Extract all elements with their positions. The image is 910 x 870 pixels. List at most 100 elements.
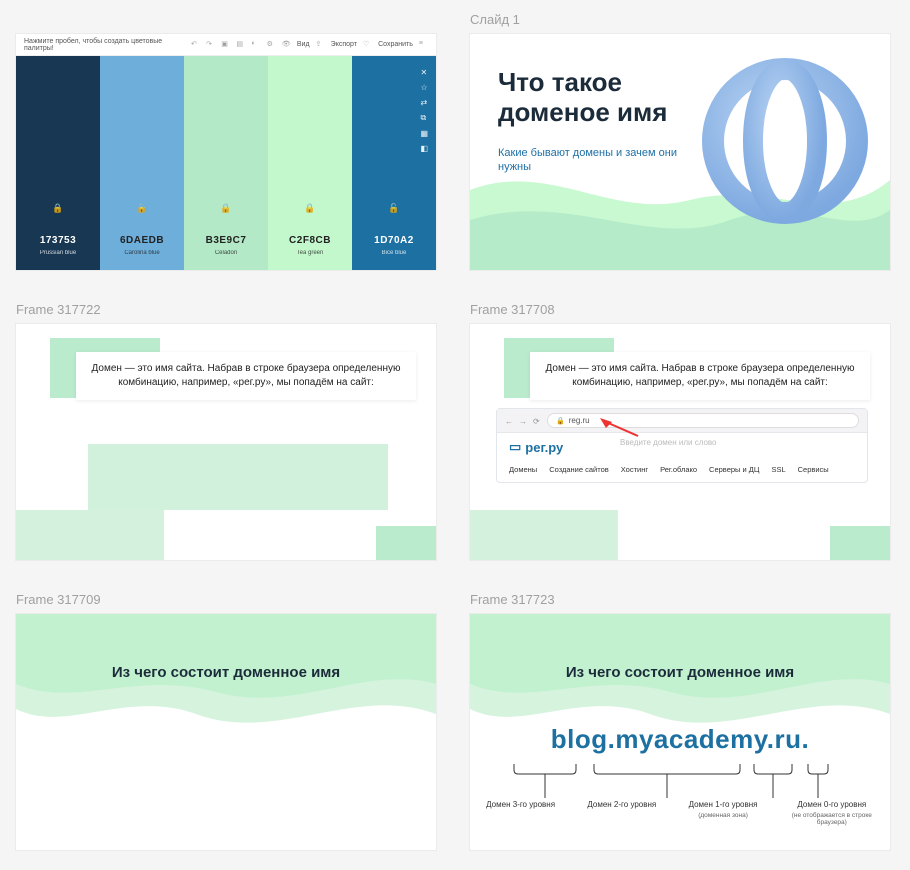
domain-part-3: Домен 3-го уровня bbox=[486, 800, 555, 827]
url-bar[interactable]: 🔒 reg.ru bbox=[547, 413, 859, 428]
frame-label: Frame 317708 bbox=[470, 302, 894, 318]
nav-item[interactable]: Серверы и ДЦ bbox=[709, 465, 759, 474]
contrast-icon[interactable]: ◐ bbox=[251, 40, 260, 50]
slide-definition-empty[interactable]: Домен — это имя сайта. Набрав в строке б… bbox=[16, 324, 436, 560]
palette-col-3[interactable]: 🔒 C2F8CB Tea green bbox=[268, 56, 352, 270]
frame-label: Слайд 1 bbox=[470, 12, 894, 28]
nav-item[interactable]: Создание сайтов bbox=[549, 465, 609, 474]
hex-code[interactable]: B3E9C7 bbox=[206, 235, 247, 246]
frame-label: Frame 317722 bbox=[16, 302, 440, 318]
frame-cell-317708: Frame 317708 Домен — это имя сайта. Набр… bbox=[470, 302, 894, 560]
star-icon[interactable]: ☆ bbox=[420, 83, 428, 92]
lock-icon[interactable]: 🔒 bbox=[136, 203, 147, 214]
color-name: Carolina blue bbox=[124, 250, 159, 256]
lock-icon[interactable]: 🔒 bbox=[220, 203, 231, 214]
nav-item[interactable]: Домены bbox=[509, 465, 537, 474]
hex-code[interactable]: 173753 bbox=[40, 235, 76, 246]
hex-code[interactable]: 6DAEDB bbox=[120, 235, 164, 246]
folder-icon: ▭ bbox=[509, 439, 521, 455]
toolbar-view[interactable]: Вид bbox=[297, 41, 310, 48]
slide-palette[interactable]: Нажмите пробел, чтобы создать цветовые п… bbox=[16, 34, 436, 270]
hex-code[interactable]: 1D70A2 bbox=[374, 235, 414, 246]
palette-col-2[interactable]: 🔒 B3E9C7 Celadon bbox=[184, 56, 268, 270]
lock-closed-icon: 🔒 bbox=[556, 417, 565, 425]
slide-definition-browser[interactable]: Домен — это имя сайта. Набрав в строке б… bbox=[470, 324, 890, 560]
globe-icon bbox=[700, 56, 870, 226]
structure-heading: Из чего состоит доменное имя bbox=[470, 664, 890, 681]
url-text: reg.ru bbox=[569, 416, 590, 425]
decor-bar-right bbox=[376, 526, 436, 560]
title-line2: доменое имя bbox=[498, 97, 667, 127]
frame-label: Frame 317723 bbox=[470, 592, 894, 608]
export-icon[interactable]: ⇪ bbox=[316, 40, 325, 50]
structure-heading: Из чего состоит доменное имя bbox=[16, 664, 436, 681]
grid-icon[interactable]: ▦ bbox=[420, 129, 428, 138]
menu-icon[interactable]: ≡ bbox=[419, 40, 428, 50]
slide-title[interactable]: Что такое доменое имя Какие бывают домен… bbox=[470, 34, 890, 270]
palette-col-4[interactable]: ✕ ☆ ⇄ ⧉ ▦ ◧ 🔓 1D70A2 Bice blue bbox=[352, 56, 436, 270]
part-label: Домен 1-го уровня bbox=[689, 800, 758, 809]
part-label: Домен 0-го уровня bbox=[797, 800, 866, 809]
lock-icon[interactable]: 🔒 bbox=[52, 203, 63, 214]
forward-icon[interactable]: → bbox=[519, 417, 527, 425]
shades-icon[interactable]: ◧ bbox=[420, 144, 428, 153]
definition-text: Домен — это имя сайта. Набрав в строке б… bbox=[530, 352, 870, 400]
decor-bar-left bbox=[470, 510, 618, 560]
copy-icon[interactable]: ⧉ bbox=[420, 113, 428, 123]
frame-cell-317722: Frame 317722 Домен — это имя сайта. Набр… bbox=[16, 302, 440, 560]
site-nav: Домены Создание сайтов Хостинг Рег.облак… bbox=[509, 465, 855, 474]
part-sublabel: (не отображается в строке браузера) bbox=[790, 812, 874, 828]
col-tools: ✕ ☆ ⇄ ⧉ ▦ ◧ bbox=[420, 68, 428, 153]
definition-text: Домен — это имя сайта. Набрав в строке б… bbox=[76, 352, 416, 400]
slide-structure-empty[interactable]: Из чего состоит доменное имя bbox=[16, 614, 436, 850]
grid-icon[interactable]: ▤ bbox=[236, 40, 245, 50]
slide-title-text: Что такое доменое имя bbox=[498, 68, 667, 128]
title-line1: Что такое bbox=[498, 67, 622, 97]
palette-col-0[interactable]: 🔒 173753 Prussian blue bbox=[16, 56, 100, 270]
nav-item[interactable]: Сервисы bbox=[798, 465, 829, 474]
wave-bg bbox=[16, 614, 436, 850]
toolbar-save[interactable]: Сохранить bbox=[378, 41, 413, 48]
reload-icon[interactable]: ⟳ bbox=[533, 417, 541, 425]
close-icon[interactable]: ✕ bbox=[420, 68, 428, 77]
domain-example: blog.myacademy.ru. bbox=[470, 724, 890, 755]
part-label: Домен 2-го уровня bbox=[587, 800, 656, 809]
domain-part-0: Домен 0-го уровня (не отображается в стр… bbox=[790, 800, 874, 827]
hex-code[interactable]: C2F8CB bbox=[289, 235, 331, 246]
color-name: Tea green bbox=[297, 250, 324, 256]
arrow-annotation-icon bbox=[600, 418, 640, 438]
heart-icon[interactable]: ♡ bbox=[363, 40, 372, 50]
back-icon[interactable]: ← bbox=[505, 417, 513, 425]
part-sublabel: (доменная зона) bbox=[689, 812, 758, 820]
toolbar-export[interactable]: Экспорт bbox=[331, 41, 357, 48]
undo-icon[interactable]: ↶ bbox=[191, 40, 200, 50]
decor-bar-right bbox=[830, 526, 890, 560]
color-name: Celadon bbox=[215, 250, 237, 256]
camera-icon[interactable]: ▣ bbox=[221, 40, 230, 50]
nav-item[interactable]: Хостинг bbox=[621, 465, 648, 474]
frame-cell-317709: Frame 317709 Из чего состоит доменное им… bbox=[16, 592, 440, 850]
color-name: Prussian blue bbox=[40, 250, 76, 256]
browser-toolbar: ← → ⟳ 🔒 reg.ru bbox=[497, 409, 867, 433]
redo-icon[interactable]: ↷ bbox=[206, 40, 215, 50]
frame-cell-palette: Нажмите пробел, чтобы создать цветовые п… bbox=[16, 12, 440, 270]
part-label: Домен 3-го уровня bbox=[486, 800, 555, 809]
slide-structure-full[interactable]: Из чего состоит доменное имя blog.myacad… bbox=[470, 614, 890, 850]
nav-item[interactable]: Рег.облако bbox=[660, 465, 697, 474]
lock-icon[interactable]: 🔒 bbox=[304, 203, 315, 214]
decor-bar-left bbox=[16, 510, 164, 560]
adjust-icon[interactable]: ⚙ bbox=[267, 40, 276, 50]
toolbar-hint: Нажмите пробел, чтобы создать цветовые п… bbox=[24, 38, 179, 52]
logo-text: рег.ру bbox=[525, 440, 563, 455]
move-icon[interactable]: ⇄ bbox=[420, 98, 428, 107]
site-search-placeholder[interactable]: Введите домен или слово bbox=[620, 438, 717, 447]
nav-item[interactable]: SSL bbox=[771, 465, 785, 474]
lock-open-icon[interactable]: 🔓 bbox=[388, 203, 399, 214]
frame-cell-slide1: Слайд 1 Что такое доменое имя Какие быва… bbox=[470, 12, 894, 270]
eye-icon[interactable]: 👁 bbox=[282, 40, 291, 50]
palette-col-1[interactable]: 🔒 6DAEDB Carolina blue bbox=[100, 56, 184, 270]
frame-label: Frame 317709 bbox=[16, 592, 440, 608]
frame-label bbox=[16, 12, 440, 28]
domain-brackets bbox=[492, 764, 868, 804]
decor-bar bbox=[88, 444, 388, 510]
